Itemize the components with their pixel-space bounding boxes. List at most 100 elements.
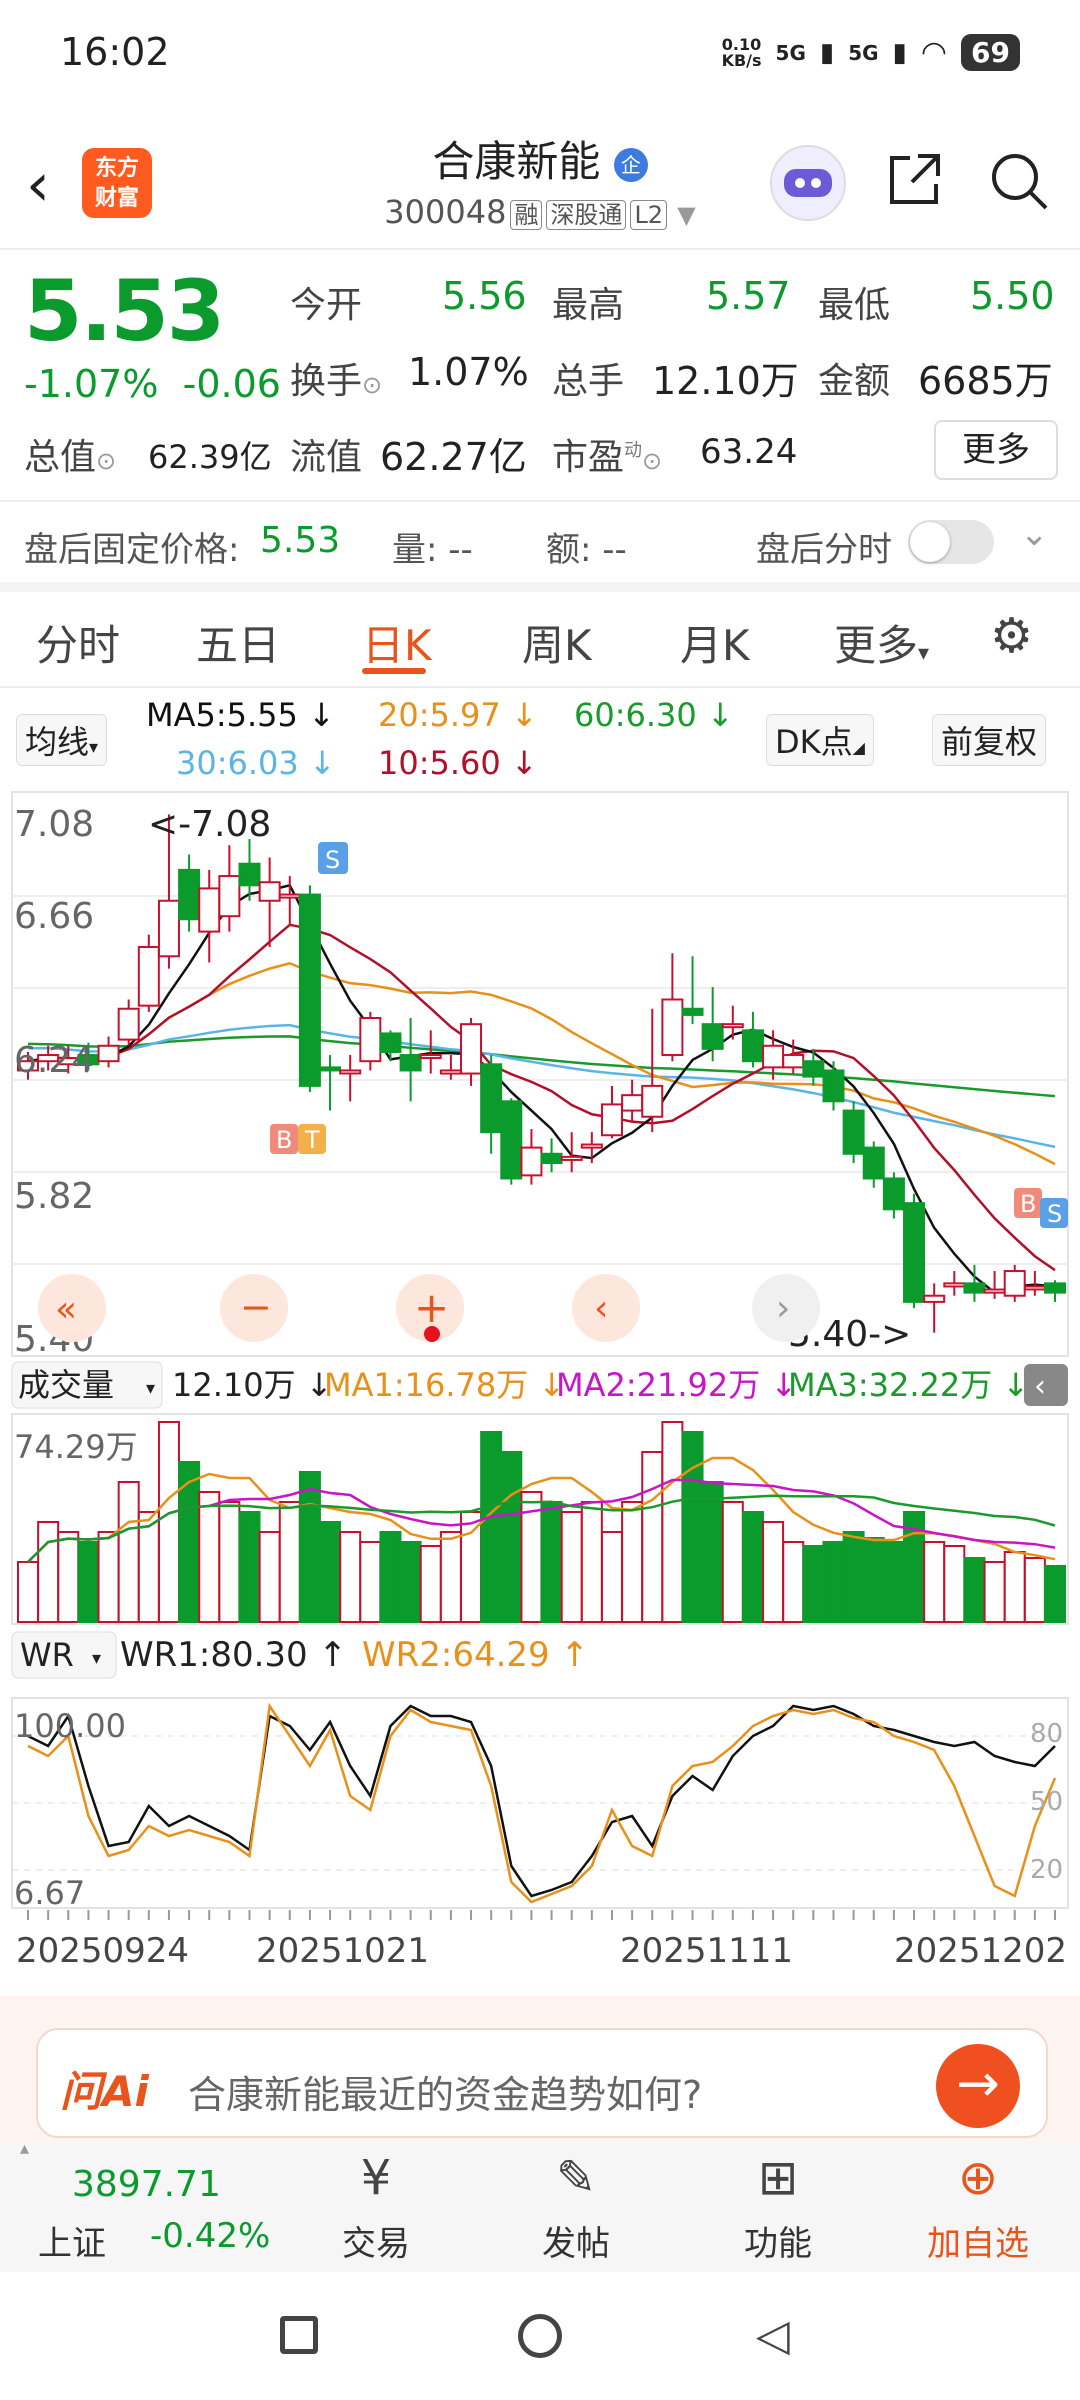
volume-bar bbox=[137, 1511, 160, 1623]
volume-bar bbox=[802, 1545, 825, 1623]
share-icon[interactable] bbox=[886, 150, 944, 208]
candle-body bbox=[681, 1007, 704, 1016]
back-triangle-icon[interactable]: ◁ bbox=[756, 2310, 790, 2361]
tab-more[interactable]: 更多▾ bbox=[834, 612, 929, 673]
wr-lines bbox=[27, 1702, 1057, 1904]
volume-bar bbox=[379, 1531, 402, 1623]
volume-bar bbox=[762, 1521, 785, 1623]
index-change[interactable]: -0.42% bbox=[150, 2216, 270, 2256]
change-abs: -0.06 bbox=[182, 362, 281, 406]
index-name[interactable]: 上证 bbox=[38, 2216, 106, 2265]
volume-bar bbox=[77, 1541, 100, 1623]
nav-post[interactable]: ✎ 发帖 bbox=[496, 2150, 656, 2265]
ma20-value: 20:5.97 ↓ bbox=[378, 696, 538, 734]
ma5-value: MA5:5.55 ↓ bbox=[146, 696, 335, 734]
volume-bar bbox=[480, 1431, 503, 1623]
wr-bottom-label: 6.67 bbox=[14, 1874, 85, 1912]
chevron-down-icon[interactable]: ⌄ bbox=[1020, 514, 1049, 554]
volume-bar bbox=[862, 1537, 885, 1623]
candle-body bbox=[319, 1066, 342, 1072]
battery-icon: 69 bbox=[961, 34, 1020, 71]
more-button[interactable]: 更多 bbox=[934, 420, 1058, 480]
chart-controls: « − + ‹ › bbox=[38, 1274, 820, 1342]
home-icon[interactable] bbox=[518, 2314, 562, 2358]
volume-bar bbox=[339, 1531, 362, 1623]
plus-dot bbox=[424, 1326, 440, 1342]
indicator-selector[interactable]: 均线▾ bbox=[16, 714, 108, 766]
mcap-label: 总值⊙ bbox=[24, 437, 117, 478]
ai-go-arrow-icon[interactable]: → bbox=[936, 2044, 1020, 2128]
edit-icon: ✎ bbox=[555, 2150, 597, 2206]
volume-value: 12.10万 bbox=[652, 359, 799, 403]
after-hours-amount: 额: -- bbox=[546, 530, 627, 570]
float-label: 流值 bbox=[290, 437, 363, 478]
volume-bar bbox=[842, 1531, 865, 1623]
wr-right-50: 50 bbox=[1030, 1787, 1063, 1817]
candle-body bbox=[621, 1094, 644, 1112]
volume-bar bbox=[580, 1501, 603, 1623]
wr1-line bbox=[27, 1704, 1056, 1898]
current-price: 5.53 bbox=[24, 262, 225, 360]
settings-gear-icon[interactable]: ⚙ bbox=[990, 608, 1033, 664]
dk-point-selector[interactable]: DK点◢ bbox=[766, 714, 874, 766]
price-adjust-selector[interactable]: 前复权 bbox=[932, 714, 1047, 766]
status-time: 16:02 bbox=[60, 30, 170, 74]
tab-weekly-k[interactable]: 周K bbox=[522, 612, 592, 673]
search-icon[interactable] bbox=[988, 150, 1050, 212]
tab-five-day[interactable]: 五日 bbox=[196, 612, 280, 673]
candle-body bbox=[238, 862, 261, 887]
candle-body bbox=[580, 1143, 603, 1149]
date-label-4: 20251202 bbox=[894, 1931, 1067, 1971]
ai-prompt[interactable]: 合康新能最近的资金趋势如何? bbox=[188, 2064, 702, 2119]
high-label: 最高 bbox=[552, 285, 625, 326]
candles bbox=[17, 814, 1066, 1333]
candle-body bbox=[882, 1177, 905, 1211]
ai-logo: 问Ai bbox=[60, 2067, 149, 2116]
nav-add-watchlist[interactable]: ⊕ 加自选 bbox=[898, 2150, 1058, 2265]
nav-functions[interactable]: ⊞ 功能 bbox=[698, 2150, 858, 2265]
y-label-top: 7.08 bbox=[14, 804, 94, 845]
candle-body bbox=[480, 1063, 503, 1134]
collapse-left-icon: ‹ bbox=[1034, 1369, 1046, 1404]
buy-signal-label: B bbox=[276, 1126, 292, 1154]
high-value: 5.57 bbox=[706, 274, 791, 318]
tab-daily-k[interactable]: 日K bbox=[362, 612, 432, 673]
volume-bar bbox=[17, 1561, 39, 1623]
candle-body bbox=[802, 1060, 825, 1078]
volume-bar bbox=[681, 1431, 704, 1623]
candle-body bbox=[983, 1288, 1006, 1294]
volume-bar bbox=[600, 1531, 623, 1623]
candle-body bbox=[862, 1146, 885, 1180]
signal-bars-icon: ▮ bbox=[819, 37, 835, 68]
tab-monthly-k[interactable]: 月K bbox=[680, 612, 750, 673]
volume-bar bbox=[460, 1511, 483, 1623]
minus-icon: − bbox=[240, 1285, 272, 1329]
pe-label: 市盈动⊙ bbox=[552, 437, 663, 478]
tab-intraday[interactable]: 分时 bbox=[36, 612, 120, 673]
period-tabs: 分时 五日 日K 周K 月K 更多▾ ⚙ bbox=[0, 600, 1080, 680]
volume-bar bbox=[701, 1481, 724, 1623]
change-pct: -1.07% bbox=[24, 362, 159, 406]
volume-bar bbox=[298, 1471, 321, 1623]
recent-apps-icon[interactable] bbox=[280, 2316, 318, 2354]
ai-robot-icon[interactable] bbox=[770, 145, 846, 221]
volume-bar bbox=[882, 1541, 905, 1623]
volume-bar bbox=[117, 1481, 140, 1623]
date-label-1: 20250924 bbox=[16, 1931, 189, 1971]
volume-bar bbox=[198, 1491, 221, 1623]
candle-body bbox=[641, 1084, 664, 1118]
wr1-value: WR1:80.30 ↑ bbox=[120, 1635, 347, 1675]
volume-bar bbox=[963, 1557, 986, 1623]
candle-body bbox=[600, 1103, 623, 1137]
candle-body bbox=[1023, 1285, 1046, 1291]
low-label: 最低 bbox=[818, 285, 891, 326]
tag-connect: 深股通 bbox=[546, 200, 627, 230]
candle-body bbox=[218, 875, 241, 918]
tag-l2: L2 bbox=[630, 200, 668, 230]
candle-body bbox=[741, 1029, 764, 1063]
nav-functions-label: 功能 bbox=[744, 2224, 812, 2264]
kline-chart[interactable]: 7.08 6.66 6.24 5.82 5.40 <-7.08 5.40-> S… bbox=[0, 786, 1080, 2066]
nav-trade[interactable]: ¥ 交易 bbox=[296, 2150, 456, 2265]
wr-caret-icon: ▾ bbox=[92, 1648, 101, 1669]
index-value[interactable]: 3897.71 bbox=[72, 2164, 221, 2205]
